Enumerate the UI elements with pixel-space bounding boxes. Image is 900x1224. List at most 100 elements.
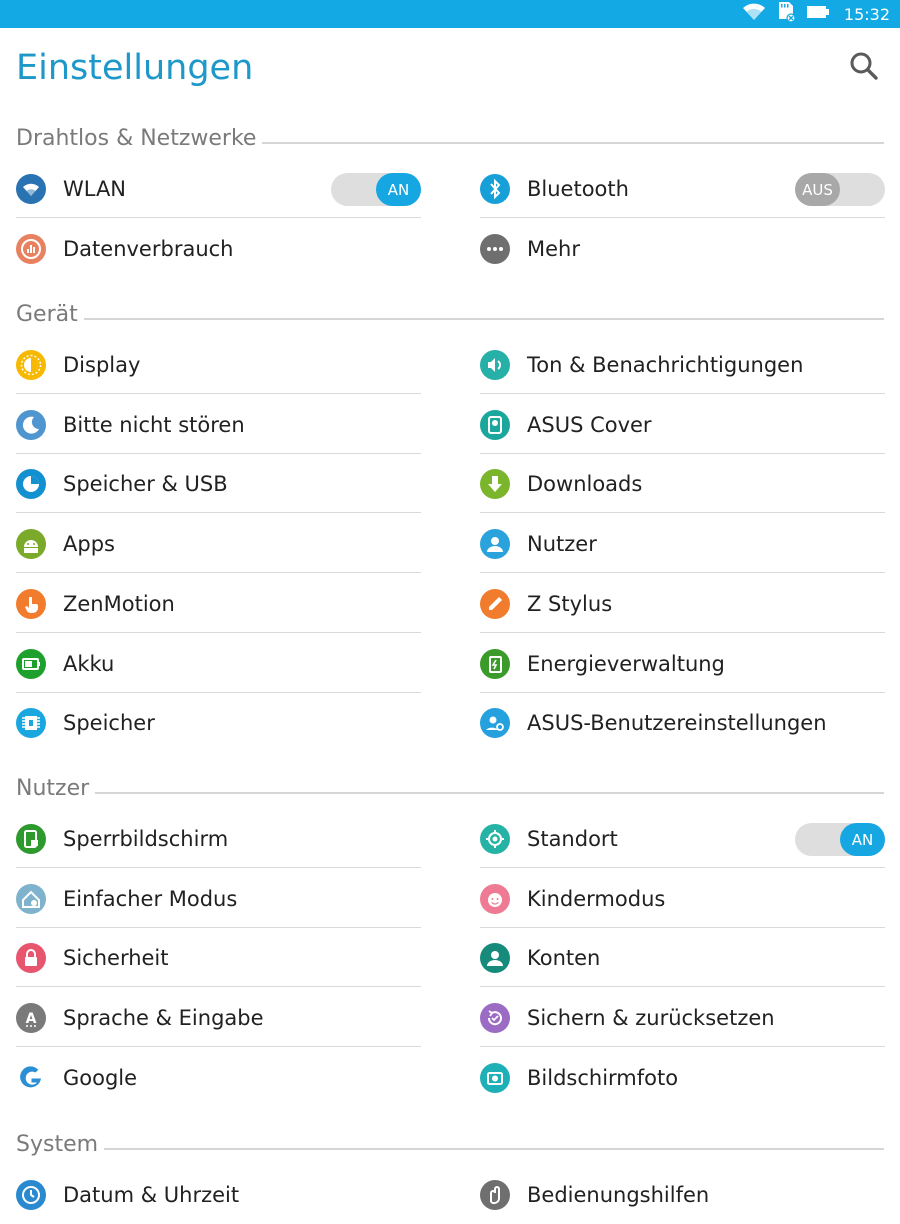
settings-item-z-stylus[interactable]: Z Stylus — [480, 574, 885, 633]
settings-item-label: Speicher & USB — [63, 471, 228, 496]
settings-item-bildschirmfoto[interactable]: Bildschirmfoto — [480, 1048, 885, 1107]
settings-item-nutzer[interactable]: Nutzer — [480, 514, 885, 573]
settings-item-label: Kindermodus — [527, 886, 666, 911]
settings-item-label: WLAN — [63, 176, 127, 201]
power-management-icon — [480, 648, 510, 679]
settings-item-label: Ton & Benachrichtigungen — [527, 352, 804, 377]
row-divider — [480, 512, 885, 513]
settings-item-asus-benutzereinstellungen[interactable]: ASUS-Benutzereinstellungen — [480, 693, 885, 752]
clock-icon — [16, 1179, 46, 1210]
section-title: Gerät — [16, 301, 78, 327]
settings-item-sperrbildschirm[interactable]: Sperrbildschirm — [16, 809, 421, 868]
row-divider — [480, 217, 885, 218]
wifi-icon — [742, 2, 766, 27]
settings-item-label: Bildschirmfoto — [527, 1065, 679, 1090]
status-icons: 15:32 — [742, 0, 890, 28]
asus-cover-icon — [480, 409, 510, 440]
toggle-switch[interactable]: AUS — [795, 173, 885, 206]
settings-item-einfacher-modus[interactable]: Einfacher Modus — [16, 869, 421, 928]
settings-item-standort[interactable]: Standort AN — [480, 809, 885, 868]
lock-icon — [16, 942, 46, 973]
section-divider — [104, 1148, 884, 1150]
section-header: System — [16, 1128, 884, 1160]
row-divider — [16, 572, 421, 573]
row-divider — [16, 632, 421, 633]
toggle-switch[interactable]: AN — [795, 823, 885, 856]
settings-item-bluetooth[interactable]: Bluetooth AUS — [480, 159, 885, 218]
lock-screen-icon — [16, 823, 46, 854]
settings-item-sichern-zurücksetzen[interactable]: Sichern & zurücksetzen — [480, 988, 885, 1047]
section-divider — [83, 318, 884, 320]
row-divider — [16, 217, 421, 218]
settings-item-datenverbrauch[interactable]: Datenverbrauch — [16, 219, 421, 278]
row-divider — [16, 986, 421, 987]
row-divider — [16, 512, 421, 513]
settings-item-sprache-eingabe[interactable]: A Sprache & Eingabe — [16, 988, 421, 1047]
settings-item-mehr[interactable]: Mehr — [480, 219, 885, 278]
search-icon — [850, 52, 878, 80]
row-divider — [480, 1046, 885, 1047]
row-divider — [16, 867, 421, 868]
settings-item-bedienungshilfen[interactable]: Bedienungshilfen — [480, 1165, 885, 1224]
settings-item-label: Downloads — [527, 471, 643, 496]
settings-item-asus-cover[interactable]: ASUS Cover — [480, 395, 885, 454]
download-icon — [480, 468, 510, 499]
settings-item-zenmotion[interactable]: ZenMotion — [16, 574, 421, 633]
sd-card-icon — [776, 1, 796, 28]
section-divider — [95, 792, 884, 794]
settings-item-speicher-usb[interactable]: Speicher & USB — [16, 454, 421, 513]
settings-item-bitte-nicht-stören[interactable]: Bitte nicht stören — [16, 395, 421, 454]
section-header: Gerät — [16, 298, 884, 330]
status-bar: 15:32 — [0, 0, 900, 28]
battery-icon — [16, 648, 46, 679]
settings-item-kindermodus[interactable]: Kindermodus — [480, 869, 885, 928]
row-divider — [480, 393, 885, 394]
row-divider — [480, 572, 885, 573]
settings-item-label: Sicherheit — [63, 945, 169, 970]
settings-item-akku[interactable]: Akku — [16, 634, 421, 693]
settings-item-label: ASUS-Benutzereinstellungen — [527, 710, 827, 735]
display-icon — [16, 349, 46, 380]
settings-item-konten[interactable]: Konten — [480, 928, 885, 987]
wifi-icon — [16, 173, 46, 204]
section-title: System — [16, 1131, 99, 1157]
row-divider — [480, 986, 885, 987]
settings-item-label: Sperrbildschirm — [63, 826, 229, 851]
easy-mode-icon — [16, 883, 46, 914]
settings-item-label: Mehr — [527, 236, 580, 261]
settings-item-display[interactable]: Display — [16, 335, 421, 394]
section-header: Nutzer — [16, 772, 884, 804]
section-title: Drahtlos & Netzwerke — [16, 125, 257, 151]
settings-item-label: Energieverwaltung — [527, 651, 725, 676]
language-icon: A — [16, 1002, 46, 1033]
battery-icon — [806, 4, 830, 25]
settings-item-energieverwaltung[interactable]: Energieverwaltung — [480, 634, 885, 693]
svg-text:A: A — [26, 1011, 37, 1027]
app-bar: Einstellungen — [0, 28, 900, 108]
settings-item-label: ASUS Cover — [527, 412, 652, 437]
settings-item-wlan[interactable]: WLAN AN — [16, 159, 421, 218]
settings-item-sicherheit[interactable]: Sicherheit — [16, 928, 421, 987]
settings-item-datum-uhrzeit[interactable]: Datum & Uhrzeit — [16, 1165, 421, 1224]
settings-item-downloads[interactable]: Downloads — [480, 454, 885, 513]
settings-item-ton-benachrichtigungen[interactable]: Ton & Benachrichtigungen — [480, 335, 885, 394]
row-divider — [16, 393, 421, 394]
search-button[interactable] — [848, 50, 880, 82]
section-header: Drahtlos & Netzwerke — [16, 122, 884, 154]
settings-item-label: Datenverbrauch — [63, 236, 234, 261]
toggle-state-label: AN — [840, 823, 885, 856]
toggle-state-label: AUS — [795, 173, 840, 206]
row-divider — [16, 1046, 421, 1047]
section-divider — [262, 142, 884, 144]
settings-item-apps[interactable]: Apps — [16, 514, 421, 573]
row-divider — [480, 632, 885, 633]
settings-item-google[interactable]: Google — [16, 1048, 421, 1107]
page-title: Einstellungen — [16, 48, 254, 88]
settings-item-label: Sprache & Eingabe — [63, 1005, 264, 1030]
settings-item-label: Standort — [527, 826, 618, 851]
google-icon — [16, 1063, 46, 1093]
settings-item-speicher[interactable]: Speicher — [16, 693, 421, 752]
toggle-switch[interactable]: AN — [331, 173, 421, 206]
settings-item-label: Bluetooth — [527, 176, 629, 201]
stylus-icon — [480, 588, 510, 619]
